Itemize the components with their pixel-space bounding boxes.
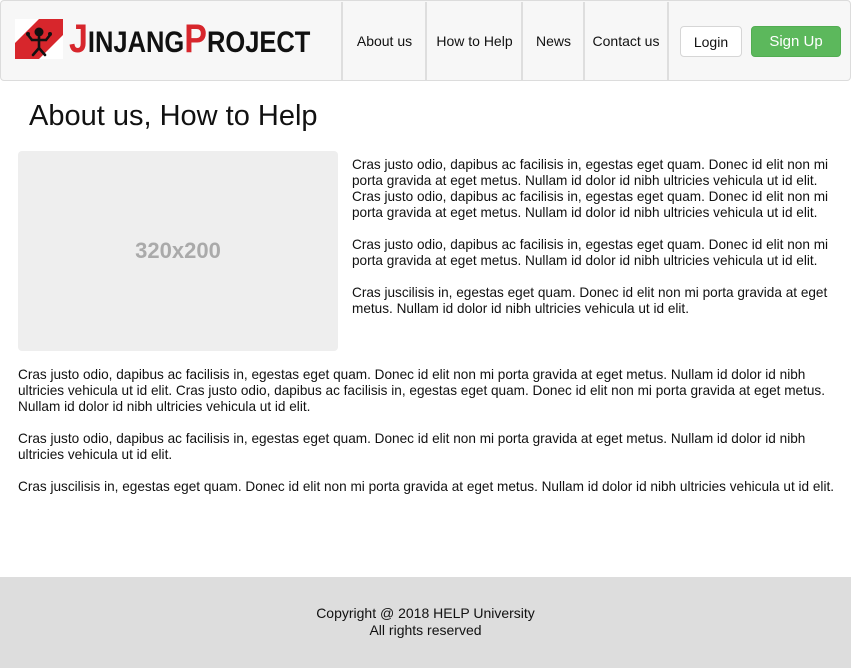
side-paragraph: Cras justo odio, dapibus ac facilisis in… [352,237,829,268]
navbar: JINJANGPROJECT About us How to Help News… [0,0,851,81]
brand-initial-j: J [69,17,88,61]
brand-word-1: INJANG [87,26,185,59]
image-placeholder-label: 320x200 [135,238,221,263]
footer: Copyright @ 2018 HELP University All rig… [0,577,851,668]
brand[interactable]: JINJANGPROJECT [15,14,353,64]
image-placeholder: 320x200 [18,151,338,351]
nav-contact-us[interactable]: Contact us [583,2,669,80]
brand-name: JINJANGPROJECT [69,19,310,59]
footer-copyright: Copyright @ 2018 HELP University [316,605,535,621]
page-title: About us, How to Help [29,100,318,132]
login-button[interactable]: Login [680,26,742,57]
full-text-block: Cras justo odio, dapibus ac facilisis in… [18,367,838,511]
jinjang-logo-icon [15,19,63,59]
brand-word-2: ROJECT [206,26,311,59]
footer-rights: All rights reserved [369,622,482,638]
nav-about-us[interactable]: About us [341,2,426,80]
side-paragraph: Cras juscilisis in, egestas eget quam. D… [352,285,828,316]
signup-button[interactable]: Sign Up [751,26,841,57]
full-paragraph: Cras juscilisis in, egestas eget quam. D… [18,479,835,494]
nav-how-to-help[interactable]: How to Help [425,2,522,80]
full-paragraph: Cras justo odio, dapibus ac facilisis in… [18,367,825,414]
full-paragraph: Cras justo odio, dapibus ac facilisis in… [18,431,806,462]
brand-initial-p: P [184,17,207,61]
side-paragraph: Cras justo odio, dapibus ac facilisis in… [352,157,829,220]
side-text-block: Cras justo odio, dapibus ac facilisis in… [352,157,832,333]
nav-news[interactable]: News [521,2,584,80]
